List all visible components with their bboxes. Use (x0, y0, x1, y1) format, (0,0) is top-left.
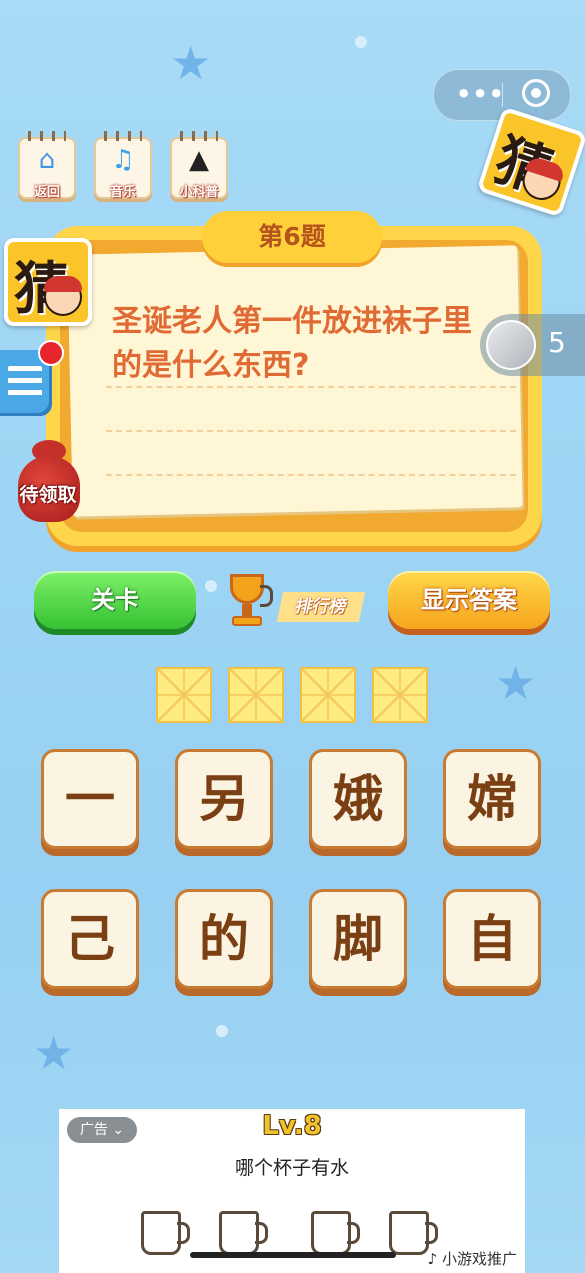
calendar-rings (180, 131, 218, 141)
music-button[interactable]: ♫ 音乐 (94, 131, 154, 201)
choice-tile[interactable]: 嫦 (443, 749, 541, 849)
calendar-rings (104, 131, 142, 141)
notification-dot (38, 340, 64, 366)
reward-bag-button[interactable]: 待领取 (14, 438, 82, 526)
ad-banner[interactable]: Lv.8 广告 ⌄ 哪个杯子有水 ♪ 小游戏推广 (59, 1109, 525, 1273)
ad-tag[interactable]: 广告 ⌄ (67, 1117, 137, 1143)
leaderboard-button[interactable]: 排行榜 (276, 592, 366, 622)
character-face (44, 276, 82, 316)
star-icon: ★ (170, 36, 212, 90)
reward-label: 待领取 (19, 484, 77, 506)
music-label: 音乐 (109, 185, 136, 200)
cup-icon (311, 1211, 360, 1255)
calendar-rings (28, 131, 66, 141)
cup-icon (389, 1211, 438, 1255)
home-indicator[interactable] (190, 1252, 396, 1258)
bubble-dot (205, 580, 217, 592)
cup-icon (219, 1211, 268, 1255)
trophy-stem (242, 604, 252, 616)
question-card: 圣诞老人第一件放进袜子里的是什么东西? (46, 226, 542, 546)
answer-slot[interactable] (300, 667, 356, 723)
online-players[interactable]: 5 (480, 314, 585, 376)
science-button[interactable]: ▲ 小科普 (170, 131, 230, 201)
target-circle-icon[interactable] (522, 79, 550, 107)
bubble-dot (355, 36, 367, 48)
player-count: 5 (548, 326, 566, 359)
answer-slot[interactable] (156, 667, 212, 723)
choice-tile[interactable]: 自 (443, 889, 541, 989)
home-icon: ⌂ (38, 145, 56, 175)
ruled-line (106, 474, 516, 476)
back-button[interactable]: ⌂ 返回 (18, 131, 78, 201)
back-label: 返回 (33, 185, 60, 200)
bubble-dot (216, 1025, 228, 1037)
science-label: 小科普 (179, 185, 219, 200)
choice-tile[interactable]: 的 (175, 889, 273, 989)
choice-tile[interactable]: 另 (175, 749, 273, 849)
answer-slot[interactable] (228, 667, 284, 723)
choice-tile[interactable]: 己 (41, 889, 139, 989)
music-note-icon: ♫ (111, 145, 135, 175)
ad-brand: ♪ 小游戏推广 (427, 1250, 517, 1268)
choice-tile[interactable]: 脚 (309, 889, 407, 989)
trophy-base (232, 616, 262, 626)
trophy-cup (230, 574, 273, 607)
graduation-cap-icon: ▲ (189, 145, 209, 175)
ad-title: 哪个杯子有水 (234, 1157, 349, 1179)
show-answer-button[interactable]: 显示答案 (388, 571, 550, 629)
trophy-icon[interactable] (222, 572, 273, 628)
avatar (486, 320, 536, 370)
choice-tile[interactable]: 一 (41, 749, 139, 849)
list-icon (8, 366, 42, 400)
question-text: 圣诞老人第一件放进袜子里的是什么东西? (112, 304, 472, 383)
answer-slot[interactable] (372, 667, 428, 723)
game-logo[interactable]: 猜 (4, 238, 92, 326)
star-icon: ★ (33, 1026, 75, 1080)
question-number: 第6题 (202, 211, 382, 263)
cup-icon (141, 1211, 190, 1255)
more-dots-icon[interactable]: ••• (456, 80, 505, 108)
levels-button[interactable]: 关卡 (34, 571, 196, 629)
capsule-divider (502, 83, 503, 107)
star-icon: ★ (495, 656, 537, 710)
ruled-line (106, 430, 516, 432)
choice-tile[interactable]: 娥 (309, 749, 407, 849)
